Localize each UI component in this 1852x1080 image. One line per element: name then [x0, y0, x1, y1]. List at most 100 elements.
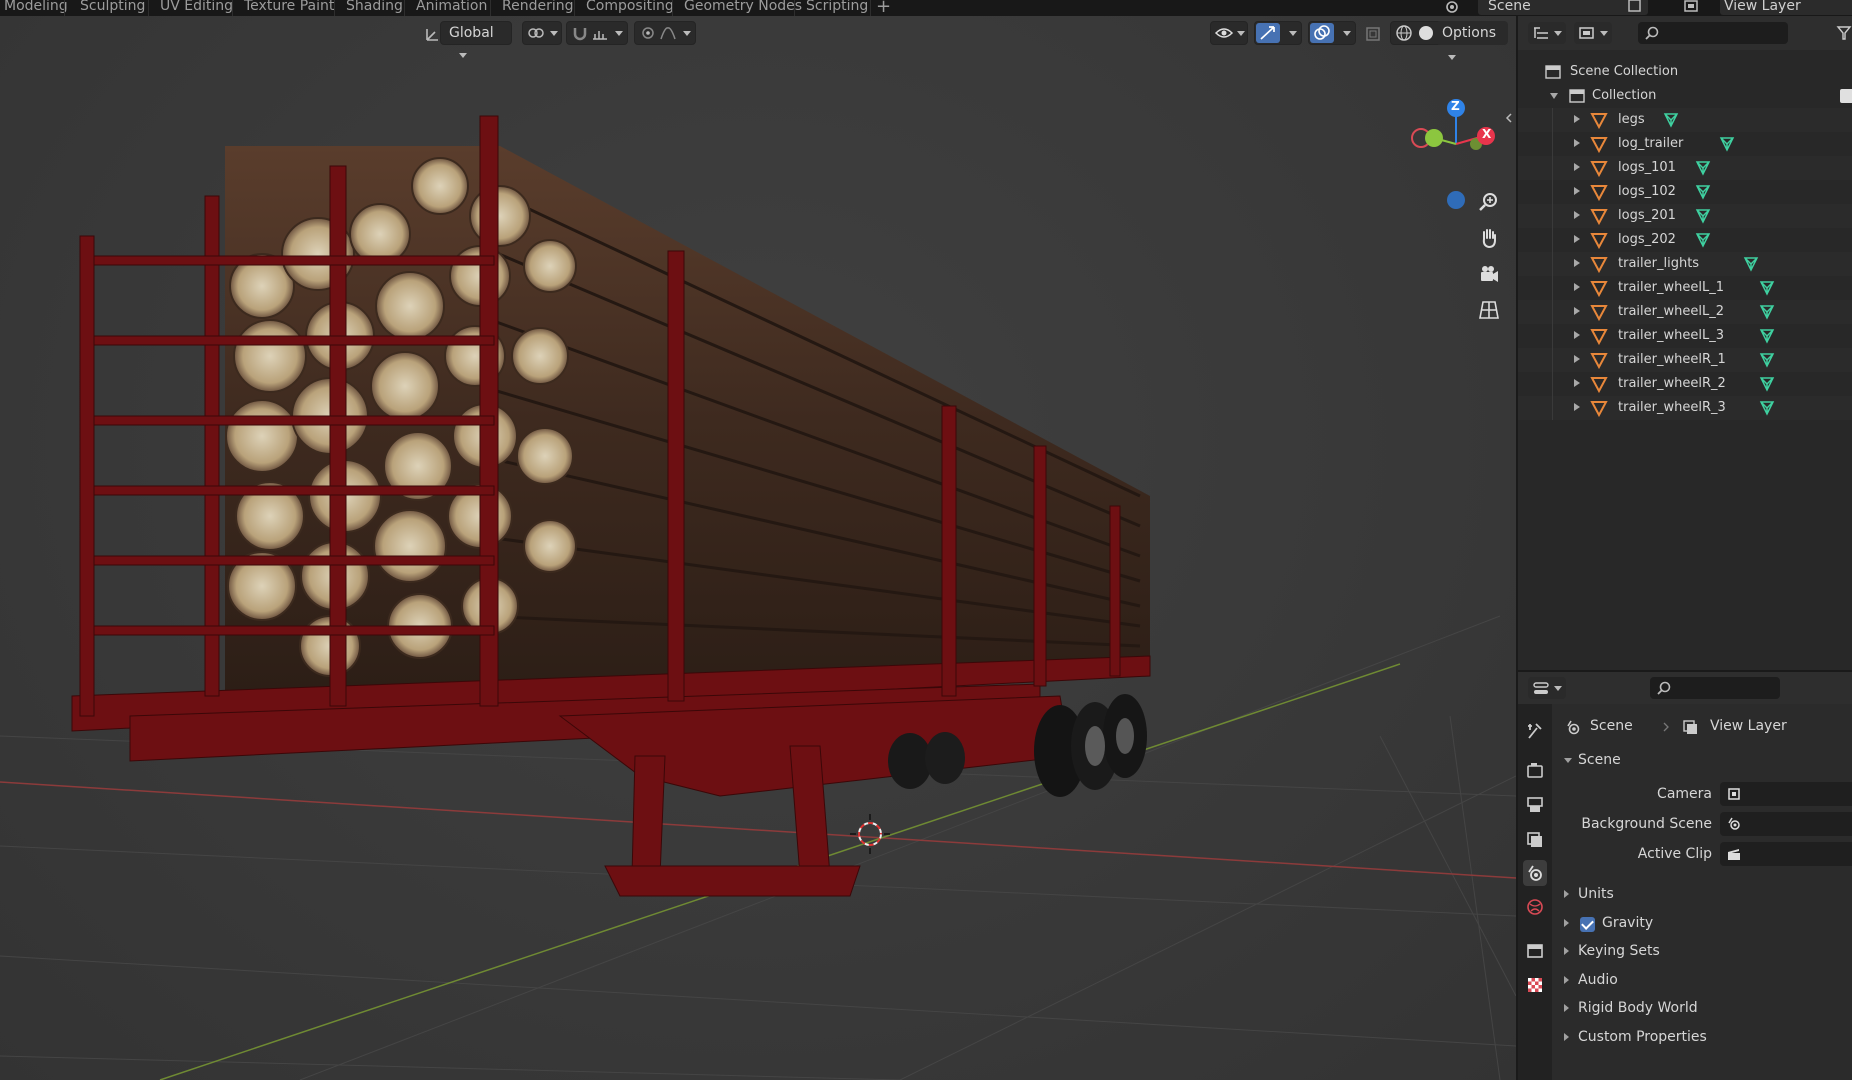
- tab-world[interactable]: [1523, 894, 1547, 920]
- proportional-editing-dropdown[interactable]: [634, 21, 696, 45]
- display-mode-dropdown[interactable]: [1574, 22, 1612, 44]
- outliner-row-collection[interactable]: Collection: [1518, 84, 1852, 108]
- view-layer-icon[interactable]: [1682, 0, 1700, 14]
- overlays-dropdown[interactable]: [1308, 21, 1356, 45]
- outliner-row-object[interactable]: logs_102: [1518, 180, 1852, 204]
- tab-view-layer[interactable]: [1523, 826, 1547, 852]
- disclosure-triangle-icon[interactable]: [1574, 259, 1580, 267]
- disclosure-triangle-icon[interactable]: [1574, 283, 1580, 291]
- outliner-row-object[interactable]: legs: [1518, 108, 1852, 132]
- add-workspace-icon[interactable]: +: [876, 0, 891, 16]
- perspective-toggle-button[interactable]: [1475, 296, 1503, 324]
- disclosure-triangle-icon[interactable]: [1574, 403, 1580, 411]
- workspace-tab-scripting[interactable]: Scripting: [804, 0, 870, 16]
- mesh-data-icon[interactable]: [1662, 111, 1680, 129]
- gizmo-toggle[interactable]: [1256, 23, 1280, 43]
- workspace-tab-geometry-nodes[interactable]: Geometry Nodes: [682, 0, 804, 16]
- outliner-row-object[interactable]: log_trailer: [1518, 132, 1852, 156]
- mesh-data-icon[interactable]: [1742, 255, 1760, 273]
- tab-output[interactable]: [1523, 792, 1547, 818]
- workspace-tab-sculpting[interactable]: Sculpting: [78, 0, 147, 16]
- mesh-data-icon[interactable]: [1758, 399, 1776, 417]
- disclosure-triangle-icon[interactable]: [1574, 331, 1580, 339]
- disclosure-triangle-icon[interactable]: [1574, 163, 1580, 171]
- outliner-row-object[interactable]: trailer_wheelR_2: [1518, 372, 1852, 396]
- snap-dropdown[interactable]: [566, 21, 628, 45]
- background-scene-field[interactable]: [1720, 812, 1852, 836]
- filter-icon[interactable]: [1836, 25, 1852, 41]
- disclosure-triangle-icon[interactable]: [1574, 235, 1580, 243]
- outliner-row-object[interactable]: logs_201: [1518, 204, 1852, 228]
- mesh-data-icon[interactable]: [1758, 279, 1776, 297]
- visibility-dropdown[interactable]: [1210, 21, 1248, 45]
- disclosure-triangle-icon[interactable]: [1574, 115, 1580, 123]
- disclosure-triangle-icon[interactable]: [1574, 139, 1580, 147]
- overlays-toggle[interactable]: [1310, 23, 1334, 43]
- workspace-tab-shading[interactable]: Shading: [344, 0, 405, 16]
- outliner-row-object[interactable]: trailer_wheelL_3: [1518, 324, 1852, 348]
- disclosure-triangle-icon[interactable]: [1574, 379, 1580, 387]
- tab-scene[interactable]: [1523, 860, 1547, 886]
- workspace-tab-uv-editing[interactable]: UV Editing: [158, 0, 235, 16]
- gizmo-dropdown[interactable]: [1254, 21, 1302, 45]
- mesh-data-icon[interactable]: [1758, 375, 1776, 393]
- wireframe-shading-icon[interactable]: [1395, 24, 1413, 42]
- scene-selector[interactable]: Scene: [1478, 0, 1648, 15]
- 3d-viewport[interactable]: Global Options Z X: [0, 16, 1516, 1080]
- outliner-row-object[interactable]: trailer_wheelR_3: [1518, 396, 1852, 420]
- xray-icon[interactable]: [1364, 25, 1382, 43]
- panel-keying-sets[interactable]: Keying Sets: [1558, 939, 1848, 965]
- camera-field[interactable]: [1720, 782, 1852, 806]
- workspace-tab-compositing[interactable]: Compositing: [584, 0, 676, 16]
- mesh-data-icon[interactable]: [1694, 183, 1712, 201]
- panel-rigid-body-world[interactable]: Rigid Body World: [1558, 996, 1848, 1022]
- mesh-data-icon[interactable]: [1718, 135, 1736, 153]
- tab-texture[interactable]: [1523, 972, 1547, 998]
- outliner-row-object[interactable]: trailer_wheelL_1: [1518, 276, 1852, 300]
- options-dropdown[interactable]: Options: [1436, 21, 1508, 60]
- outliner-row-object[interactable]: trailer_wheelR_1: [1518, 348, 1852, 372]
- solid-shading-icon[interactable]: [1417, 24, 1435, 42]
- scene-icon[interactable]: [1444, 0, 1462, 14]
- mesh-data-icon[interactable]: [1758, 327, 1776, 345]
- gravity-checkbox[interactable]: [1580, 917, 1595, 932]
- panel-custom-properties[interactable]: Custom Properties: [1558, 1025, 1848, 1051]
- workspace-tab-rendering[interactable]: Rendering: [500, 0, 576, 16]
- properties-search-input[interactable]: [1650, 677, 1780, 699]
- outliner-row-object[interactable]: trailer_lights: [1518, 252, 1852, 276]
- disclosure-triangle-icon[interactable]: [1574, 307, 1580, 315]
- pan-button[interactable]: [1475, 224, 1503, 252]
- outliner-row-object[interactable]: trailer_wheelL_2: [1518, 300, 1852, 324]
- exclude-checkbox[interactable]: [1840, 89, 1852, 103]
- mesh-data-icon[interactable]: [1694, 207, 1712, 225]
- panel-units[interactable]: Units: [1558, 882, 1848, 908]
- panel-audio[interactable]: Audio: [1558, 968, 1848, 994]
- mesh-data-icon[interactable]: [1694, 159, 1712, 177]
- outliner-row-object[interactable]: logs_202: [1518, 228, 1852, 252]
- outliner-row-scene-collection[interactable]: Scene Collection: [1518, 60, 1852, 84]
- disclosure-triangle-open-icon[interactable]: [1550, 93, 1558, 99]
- disclosure-triangle-icon[interactable]: [1574, 355, 1580, 363]
- pivot-point-dropdown[interactable]: [522, 21, 562, 45]
- tab-collection[interactable]: [1523, 938, 1547, 964]
- zoom-button[interactable]: [1475, 188, 1503, 216]
- camera-view-button[interactable]: [1475, 260, 1503, 288]
- outliner-search-input[interactable]: [1638, 22, 1788, 44]
- mesh-data-icon[interactable]: [1694, 231, 1712, 249]
- workspace-tab-animation[interactable]: Animation: [414, 0, 489, 16]
- sidebar-toggle-icon[interactable]: [1504, 112, 1514, 124]
- disclosure-triangle-icon[interactable]: [1574, 211, 1580, 219]
- duplicate-scene-icon[interactable]: [1626, 0, 1644, 14]
- editor-type-dropdown[interactable]: [1528, 677, 1566, 699]
- workspace-tab-modeling[interactable]: Modeling: [2, 0, 70, 16]
- workspace-tab-texture-paint[interactable]: Texture Paint: [242, 0, 336, 16]
- mesh-data-icon[interactable]: [1758, 351, 1776, 369]
- editor-type-dropdown[interactable]: [1528, 22, 1566, 44]
- tab-render[interactable]: [1523, 758, 1547, 784]
- panel-gravity[interactable]: Gravity: [1558, 911, 1848, 937]
- view-layer-selector[interactable]: View Layer: [1720, 0, 1852, 15]
- active-clip-field[interactable]: [1720, 842, 1852, 866]
- disclosure-triangle-icon[interactable]: [1574, 187, 1580, 195]
- panel-scene[interactable]: Scene: [1558, 748, 1848, 774]
- transform-orientation-dropdown[interactable]: Global: [440, 21, 512, 58]
